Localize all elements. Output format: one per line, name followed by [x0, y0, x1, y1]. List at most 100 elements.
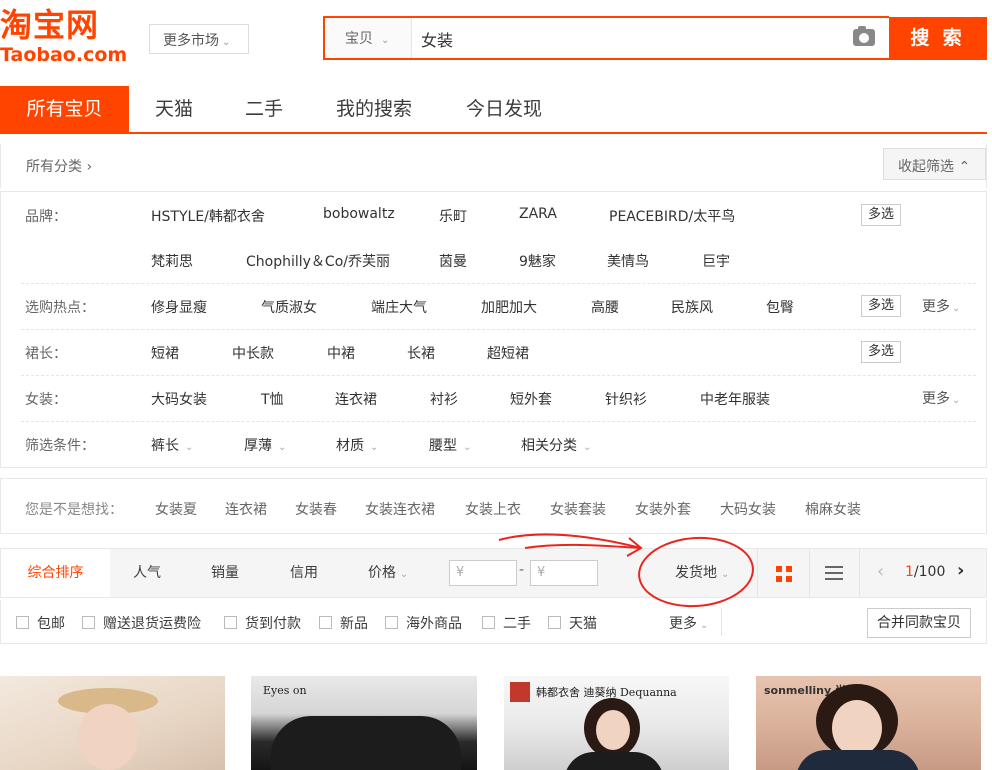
condition-dropdown[interactable]: 相关分类 ⌄ — [521, 435, 591, 455]
women-option[interactable]: 中老年服装 — [700, 389, 770, 409]
brand-option[interactable]: 梵莉思 — [151, 251, 193, 271]
quick-filter-bar: 包邮 赠送退货运费险 货到付款 新品 海外商品 二手 天猫 更多 ⌄ 合并同款宝贝 — [0, 600, 987, 644]
skirt-option[interactable]: 长裙 — [407, 343, 435, 363]
checkbox-overseas[interactable]: 海外商品 — [385, 613, 462, 633]
checkbox-free-shipping[interactable]: 包邮 — [16, 613, 65, 633]
divider — [809, 549, 810, 597]
suggest-keyword[interactable]: 大码女装 — [720, 499, 776, 519]
hot-option[interactable]: 端庄大气 — [371, 297, 427, 317]
skirt-multi-select-button[interactable]: 多选 — [861, 341, 901, 363]
checkbox-label: 新品 — [340, 616, 368, 632]
did-you-mean-label: 您是不是想找： — [25, 502, 123, 518]
tab-my-search[interactable]: 我的搜索 — [320, 86, 428, 132]
taobao-logo[interactable]: 淘宝网 Taobao.com — [0, 8, 134, 70]
tab-today-discover[interactable]: 今日发现 — [450, 86, 558, 132]
brand-multi-select-button[interactable]: 多选 — [861, 204, 901, 226]
checkbox-label: 赠送退货运费险 — [103, 616, 201, 632]
product-card[interactable]: 韩都衣舍 迪葵纳 Dequanna — [504, 676, 729, 770]
hot-option[interactable]: 加肥加大 — [481, 297, 537, 317]
suggest-keyword[interactable]: 女装外套 — [635, 499, 691, 519]
checkbox-label: 海外商品 — [406, 616, 462, 632]
brand-option[interactable]: 美情鸟 — [607, 251, 649, 271]
product-image — [564, 752, 664, 770]
suggest-keyword[interactable]: 女装连衣裙 — [365, 499, 435, 519]
suggest-keyword[interactable]: 女装套装 — [550, 499, 606, 519]
condition-dropdown[interactable]: 材质 ⌄ — [336, 435, 378, 455]
all-categories-breadcrumb[interactable]: 所有分类 › — [26, 156, 92, 176]
sort-popularity[interactable]: 人气 — [133, 549, 161, 597]
chevron-down-icon: ⌄ — [463, 442, 472, 453]
suggest-keyword[interactable]: 棉麻女装 — [805, 499, 861, 519]
brand-option[interactable]: 巨宇 — [702, 251, 730, 271]
chevron-down-icon: ⌄ — [278, 442, 287, 453]
tab-all[interactable]: 所有宝贝 — [0, 86, 129, 132]
hot-option[interactable]: 包臀 — [766, 297, 794, 317]
more-label: 更多 — [669, 616, 697, 632]
brand-option[interactable]: HSTYLE/韩都衣舍 — [151, 206, 265, 226]
women-option[interactable]: 针织衫 — [605, 389, 647, 409]
hot-option[interactable]: 高腰 — [591, 297, 619, 317]
checkbox-return-insurance[interactable]: 赠送退货运费险 — [82, 613, 201, 633]
brand-option[interactable]: 茵曼 — [439, 251, 467, 271]
brand-option[interactable]: 9魅家 — [519, 251, 556, 271]
condition-dropdown[interactable]: 裤长 ⌄ — [151, 435, 193, 455]
suggest-keyword[interactable]: 连衣裙 — [225, 499, 267, 519]
brand-option[interactable]: Chophilly＆Co/乔芙丽 — [246, 251, 390, 271]
camera-icon[interactable] — [853, 26, 875, 46]
search-input[interactable]: 女装 — [421, 27, 453, 51]
women-option[interactable]: T恤 — [261, 389, 284, 409]
checkbox-second-hand[interactable]: 二手 — [482, 613, 531, 633]
hot-more-button[interactable]: 更多 ⌄ — [922, 296, 960, 316]
divider — [859, 549, 860, 597]
brand-option[interactable]: bobowaltz — [323, 206, 395, 222]
filter-row-conditions: 筛选条件： 裤长 ⌄ 厚薄 ⌄ 材质 ⌄ 腰型 ⌄ 相关分类 ⌄ — [1, 422, 986, 467]
brand-option[interactable]: ZARA — [519, 206, 557, 222]
checkbox-new[interactable]: 新品 — [319, 613, 368, 633]
skirt-option[interactable]: 超短裙 — [487, 343, 529, 363]
women-option[interactable]: 短外套 — [510, 389, 552, 409]
search-button[interactable]: 搜 索 — [889, 17, 987, 60]
suggest-keyword[interactable]: 女装春 — [295, 499, 337, 519]
hot-multi-select-button[interactable]: 多选 — [861, 295, 901, 317]
brand-option[interactable]: PEACEBIRD/太平鸟 — [609, 206, 735, 226]
women-option[interactable]: 大码女装 — [151, 389, 207, 409]
quick-filter-more[interactable]: 更多 ⌄ — [669, 613, 708, 633]
hot-option[interactable]: 民族风 — [671, 297, 713, 317]
women-option[interactable]: 衬衫 — [430, 389, 458, 409]
brand-option[interactable]: 乐町 — [439, 206, 467, 226]
checkbox-cash-on-delivery[interactable]: 货到付款 — [224, 613, 301, 633]
product-card[interactable]: Eyes on — [251, 676, 477, 770]
product-card[interactable] — [0, 676, 225, 770]
condition-dropdown[interactable]: 腰型 ⌄ — [429, 435, 471, 455]
skirt-option[interactable]: 中裙 — [327, 343, 355, 363]
women-more-button[interactable]: 更多 ⌄ — [922, 388, 960, 408]
tab-tmall[interactable]: 天猫 — [134, 86, 214, 132]
sort-default[interactable]: 综合排序 — [1, 549, 110, 597]
filter-label-brand: 品牌： — [25, 209, 67, 225]
tab-second-hand[interactable]: 二手 — [224, 86, 304, 132]
hot-option[interactable]: 气质淑女 — [261, 297, 317, 317]
sort-price[interactable]: 价格 ⌄ — [368, 549, 408, 597]
collapse-filter-button[interactable]: 收起筛选 ⌃ — [883, 148, 986, 180]
suggest-keyword[interactable]: 女装夏 — [155, 499, 197, 519]
chevron-down-icon: ⌄ — [381, 35, 390, 46]
sort-credit[interactable]: 信用 — [290, 549, 318, 597]
women-option[interactable]: 连衣裙 — [335, 389, 377, 409]
annotation-arrow — [498, 533, 643, 557]
chevron-left-icon[interactable]: ‹ — [877, 561, 884, 582]
merge-same-items-button[interactable]: 合并同款宝贝 — [867, 608, 971, 638]
product-image — [832, 700, 882, 756]
hot-option[interactable]: 修身显瘦 — [151, 297, 207, 317]
skirt-option[interactable]: 中长款 — [232, 343, 274, 363]
condition-dropdown[interactable]: 厚薄 ⌄ — [244, 435, 286, 455]
list-view-icon[interactable] — [825, 566, 843, 581]
more-markets-dropdown[interactable]: 更多市场 ⌄ — [149, 24, 249, 54]
skirt-option[interactable]: 短裙 — [151, 343, 179, 363]
search-category-select[interactable]: 宝贝 ⌄ — [325, 18, 412, 58]
suggest-keyword[interactable]: 女装上衣 — [465, 499, 521, 519]
sort-sales[interactable]: 销量 — [211, 549, 239, 597]
checkbox-tmall[interactable]: 天猫 — [548, 613, 597, 633]
chevron-right-icon[interactable]: › — [957, 560, 964, 581]
product-card[interactable]: sonmelliny 尚曼妮 — [756, 676, 981, 770]
grid-view-icon[interactable] — [776, 566, 792, 582]
